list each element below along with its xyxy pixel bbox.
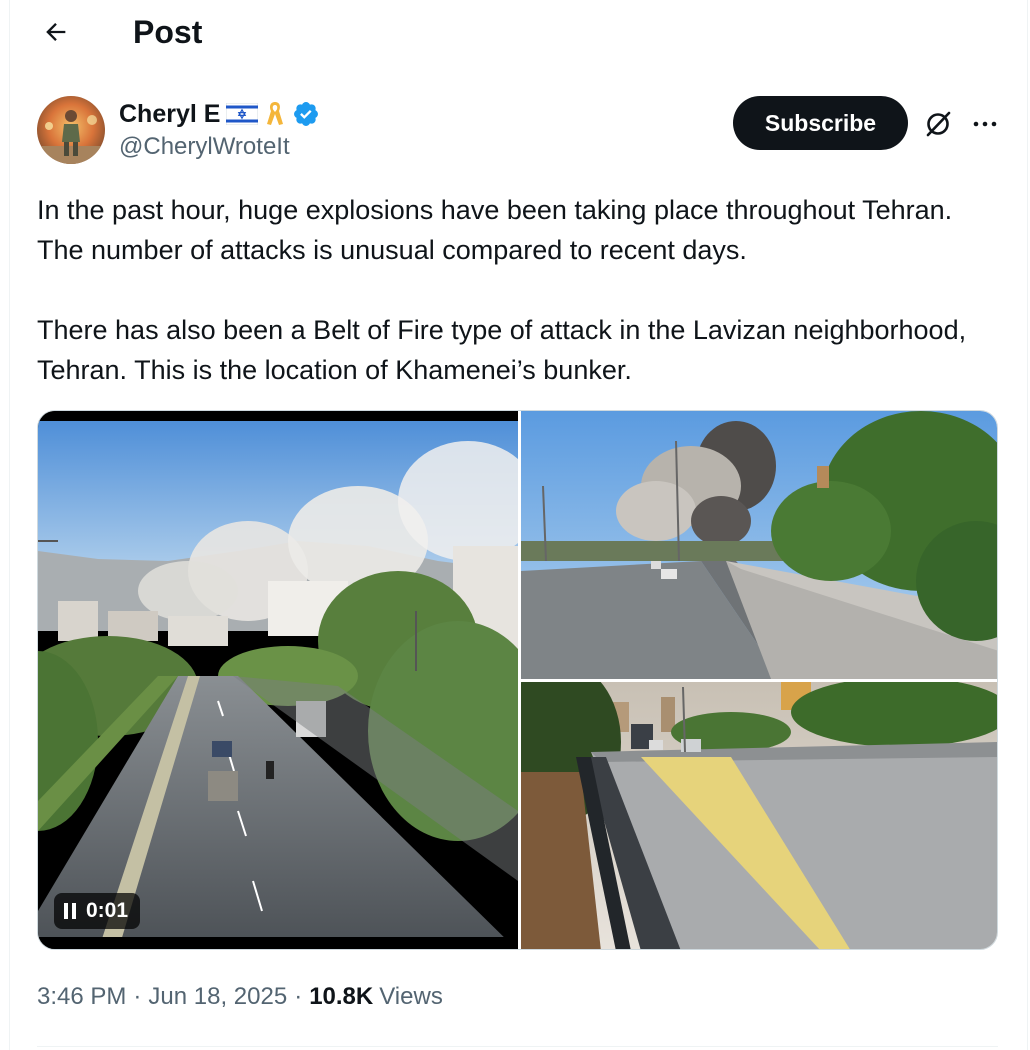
arrow-left-icon [46,23,66,41]
verified-badge-icon [294,102,319,126]
post-text: In the past hour, huge explosions have b… [37,195,967,385]
video-playback-badge[interactable]: 0:01 [54,893,141,929]
video-thumbnail [38,411,518,949]
subscribe-button[interactable]: Subscribe [733,96,908,150]
grok-icon [926,111,951,137]
pause-icon [64,903,76,919]
views-label: Views [379,983,443,1010]
back-button[interactable] [36,12,76,52]
post-page: Post Cheryl E @CherylWroteIt Subscribe I… [0,0,1030,1050]
video-time: 0:01 [86,899,129,922]
page-header: Post [0,0,1030,66]
separator-dot: · [294,983,303,1010]
photo-smoke-overpass [521,411,997,679]
more-options-button[interactable] [968,106,1002,142]
post-time[interactable]: 3:46 PM [37,982,126,1012]
post-meta: 3:46 PM · Jun 18, 2025 · 10.8K Views [37,982,443,1012]
post-date[interactable]: Jun 18, 2025 [148,982,287,1012]
author-name-row: Cheryl E [119,98,320,130]
views-count: 10.8K [309,983,374,1010]
avatar[interactable] [37,96,105,164]
media-grid: 0:01 [37,410,998,950]
media-image-2[interactable] [521,682,997,949]
more-horizontal-icon [973,121,997,127]
author-handle[interactable]: @CherylWroteIt [119,133,290,161]
yellow-ribbon-icon [267,102,284,125]
grok-button[interactable] [920,106,956,142]
column-border-right [1027,0,1028,1050]
author-name[interactable]: Cheryl E [119,99,220,129]
column-border-left [9,0,10,1050]
israel-flag-icon [226,103,259,125]
video-player[interactable]: 0:01 [38,411,518,949]
photo-highway-guardrail [521,682,997,949]
divider [37,1046,998,1047]
media-image-1[interactable] [521,411,997,679]
separator-dot: · [133,983,142,1010]
page-title: Post [133,14,203,50]
